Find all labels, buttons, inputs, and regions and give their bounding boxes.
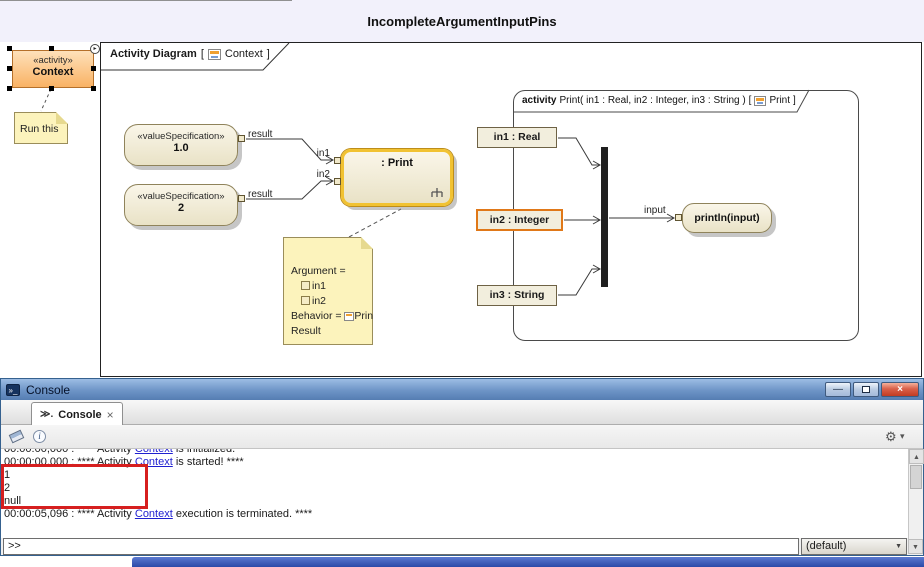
pin-icon bbox=[301, 281, 310, 290]
frame-keyword: activity bbox=[522, 95, 556, 106]
console-line-terminated: 00:00:05,096 : **** Activity Context exe… bbox=[4, 508, 908, 521]
anchor-context-to-note[interactable] bbox=[41, 89, 51, 111]
param-node-in2[interactable]: in2 : Integer bbox=[476, 209, 563, 231]
diagram-title-band: IncompleteArgumentInputPins bbox=[0, 0, 924, 42]
diagram-context-name: Context bbox=[225, 48, 263, 60]
bracket-close: ] bbox=[267, 48, 270, 60]
behavior-icon bbox=[344, 312, 354, 321]
selection-handle[interactable] bbox=[49, 46, 54, 51]
param-node-in3[interactable]: in3 : String bbox=[477, 285, 557, 306]
window-edge-line bbox=[0, 0, 292, 1]
in2-pin-label: in2 bbox=[310, 169, 330, 180]
minimize-button[interactable]: — bbox=[825, 382, 851, 397]
frame-signature: Print( in1 : Real, in2 : Integer, in3 : … bbox=[559, 95, 745, 106]
in1-pin-label: in1 bbox=[310, 148, 330, 159]
close-button[interactable]: × bbox=[881, 382, 919, 397]
clear-console-icon[interactable] bbox=[9, 430, 25, 444]
pin-icon bbox=[301, 296, 310, 305]
result-pin-label: result bbox=[248, 129, 272, 140]
context-link[interactable]: Context bbox=[135, 508, 173, 520]
value-spec-2-value: 2 bbox=[125, 202, 237, 214]
page-title: IncompleteArgumentInputPins bbox=[0, 0, 924, 29]
bracket-open: [ bbox=[749, 95, 752, 106]
print-call-action[interactable]: : Print bbox=[341, 149, 453, 206]
context-stereotype: «activity» bbox=[13, 55, 93, 66]
console-input-row: >> (default) ▼ ▼ bbox=[3, 538, 923, 555]
context-selector-combo[interactable]: (default) ▼ bbox=[801, 538, 907, 555]
argument-note[interactable]: Argument = in1 in2 Behavior = Print Resu… bbox=[283, 237, 373, 345]
tab-close-icon[interactable]: × bbox=[107, 408, 114, 422]
note-line-in1: in1 bbox=[291, 279, 372, 294]
console-title: Console bbox=[26, 383, 70, 397]
println-action[interactable]: println(input) bbox=[682, 203, 772, 233]
console-window: »_ Console — × ≫. Console × i ⚙ ▾ bbox=[0, 378, 924, 556]
tab-label: Console bbox=[58, 409, 101, 421]
value-spec-2-stereotype: «valueSpecification» bbox=[125, 191, 237, 202]
note-fold bbox=[361, 237, 373, 249]
console-input[interactable]: >> bbox=[3, 538, 799, 555]
note-line-in2: in2 bbox=[291, 294, 372, 309]
scrollbar-thumb[interactable] bbox=[910, 465, 922, 489]
frame-name: Print bbox=[769, 95, 790, 106]
console-window-icon: »_ bbox=[6, 384, 20, 396]
input-pin-label: input bbox=[644, 205, 666, 216]
scroll-up-button[interactable]: ▲ bbox=[909, 449, 924, 464]
selection-handle[interactable] bbox=[91, 86, 96, 91]
scroll-down-button[interactable]: ▼ bbox=[908, 539, 923, 554]
console-tab-strip: ≫. Console × bbox=[1, 400, 923, 425]
diagram-name: Activity Diagram bbox=[110, 48, 197, 60]
note-line-behavior: Behavior = Print bbox=[291, 309, 372, 324]
selection-handle[interactable] bbox=[7, 46, 12, 51]
console-output[interactable]: 00:00:00,000 : **** Activity Context is … bbox=[1, 449, 908, 538]
restore-button[interactable] bbox=[853, 382, 879, 397]
note-line-result: Result bbox=[291, 324, 372, 339]
tab-console[interactable]: ≫. Console × bbox=[31, 402, 123, 426]
console-titlebar[interactable]: »_ Console — × bbox=[1, 379, 923, 400]
in1-pin[interactable] bbox=[334, 157, 341, 164]
selection-handle[interactable] bbox=[91, 66, 96, 71]
bracket-open: [ bbox=[201, 48, 204, 60]
selection-handle[interactable] bbox=[49, 86, 54, 91]
context-badge-icon[interactable]: ▸ bbox=[90, 44, 100, 54]
input-pin[interactable] bbox=[675, 214, 682, 221]
gear-icon[interactable]: ⚙ bbox=[885, 429, 897, 445]
context-name: Context bbox=[13, 66, 93, 78]
note-line-argument: Argument = bbox=[291, 264, 372, 279]
value-spec-1-value: 1.0 bbox=[125, 142, 237, 154]
value-spec-1-node[interactable]: «valueSpecification» 1.0 bbox=[124, 124, 238, 166]
println-label: println(input) bbox=[683, 212, 771, 224]
in2-pin[interactable] bbox=[334, 178, 341, 185]
frame-header: activity Print( in1 : Real, in2 : Intege… bbox=[522, 95, 796, 106]
gear-dropdown-icon[interactable]: ▾ bbox=[900, 431, 905, 442]
red-annotation-box bbox=[1, 464, 148, 509]
value-spec-1-stereotype: «valueSpecification» bbox=[125, 131, 237, 142]
console-line-initialized: 00:00:00,000 : **** Activity Context is … bbox=[4, 449, 908, 456]
value-spec-2-node[interactable]: «valueSpecification» 2 bbox=[124, 184, 238, 226]
result-pin[interactable] bbox=[238, 135, 245, 142]
bracket-close: ] bbox=[793, 95, 796, 106]
console-prompt-icon: ≫. bbox=[40, 409, 53, 420]
taskbar-strip[interactable] bbox=[132, 557, 924, 567]
context-activity-element[interactable]: «activity» Context bbox=[12, 50, 94, 88]
combo-value: (default) bbox=[806, 539, 846, 554]
info-icon[interactable]: i bbox=[33, 430, 46, 443]
console-toolbar: i ⚙ ▾ bbox=[1, 425, 923, 449]
result-pin-label: result bbox=[248, 189, 272, 200]
result-pin[interactable] bbox=[238, 195, 245, 202]
selection-handle[interactable] bbox=[7, 66, 12, 71]
param-node-in1[interactable]: in1 : Real bbox=[477, 127, 557, 148]
activity-diagram-icon bbox=[208, 49, 221, 60]
diagram-header[interactable]: Activity Diagram [ Context ] bbox=[110, 48, 270, 60]
restore-icon bbox=[862, 386, 870, 393]
rake-icon bbox=[430, 187, 444, 198]
application-window: IncompleteArgumentInputPins Activity Dia… bbox=[0, 0, 924, 567]
context-link[interactable]: Context bbox=[135, 449, 173, 455]
join-node-bar[interactable] bbox=[601, 147, 608, 287]
selection-handle[interactable] bbox=[7, 86, 12, 91]
note-fold bbox=[56, 112, 68, 124]
combo-arrow-icon: ▼ bbox=[895, 539, 902, 554]
print-action-name: : Print bbox=[344, 152, 450, 169]
activity-diagram-icon bbox=[754, 96, 766, 106]
